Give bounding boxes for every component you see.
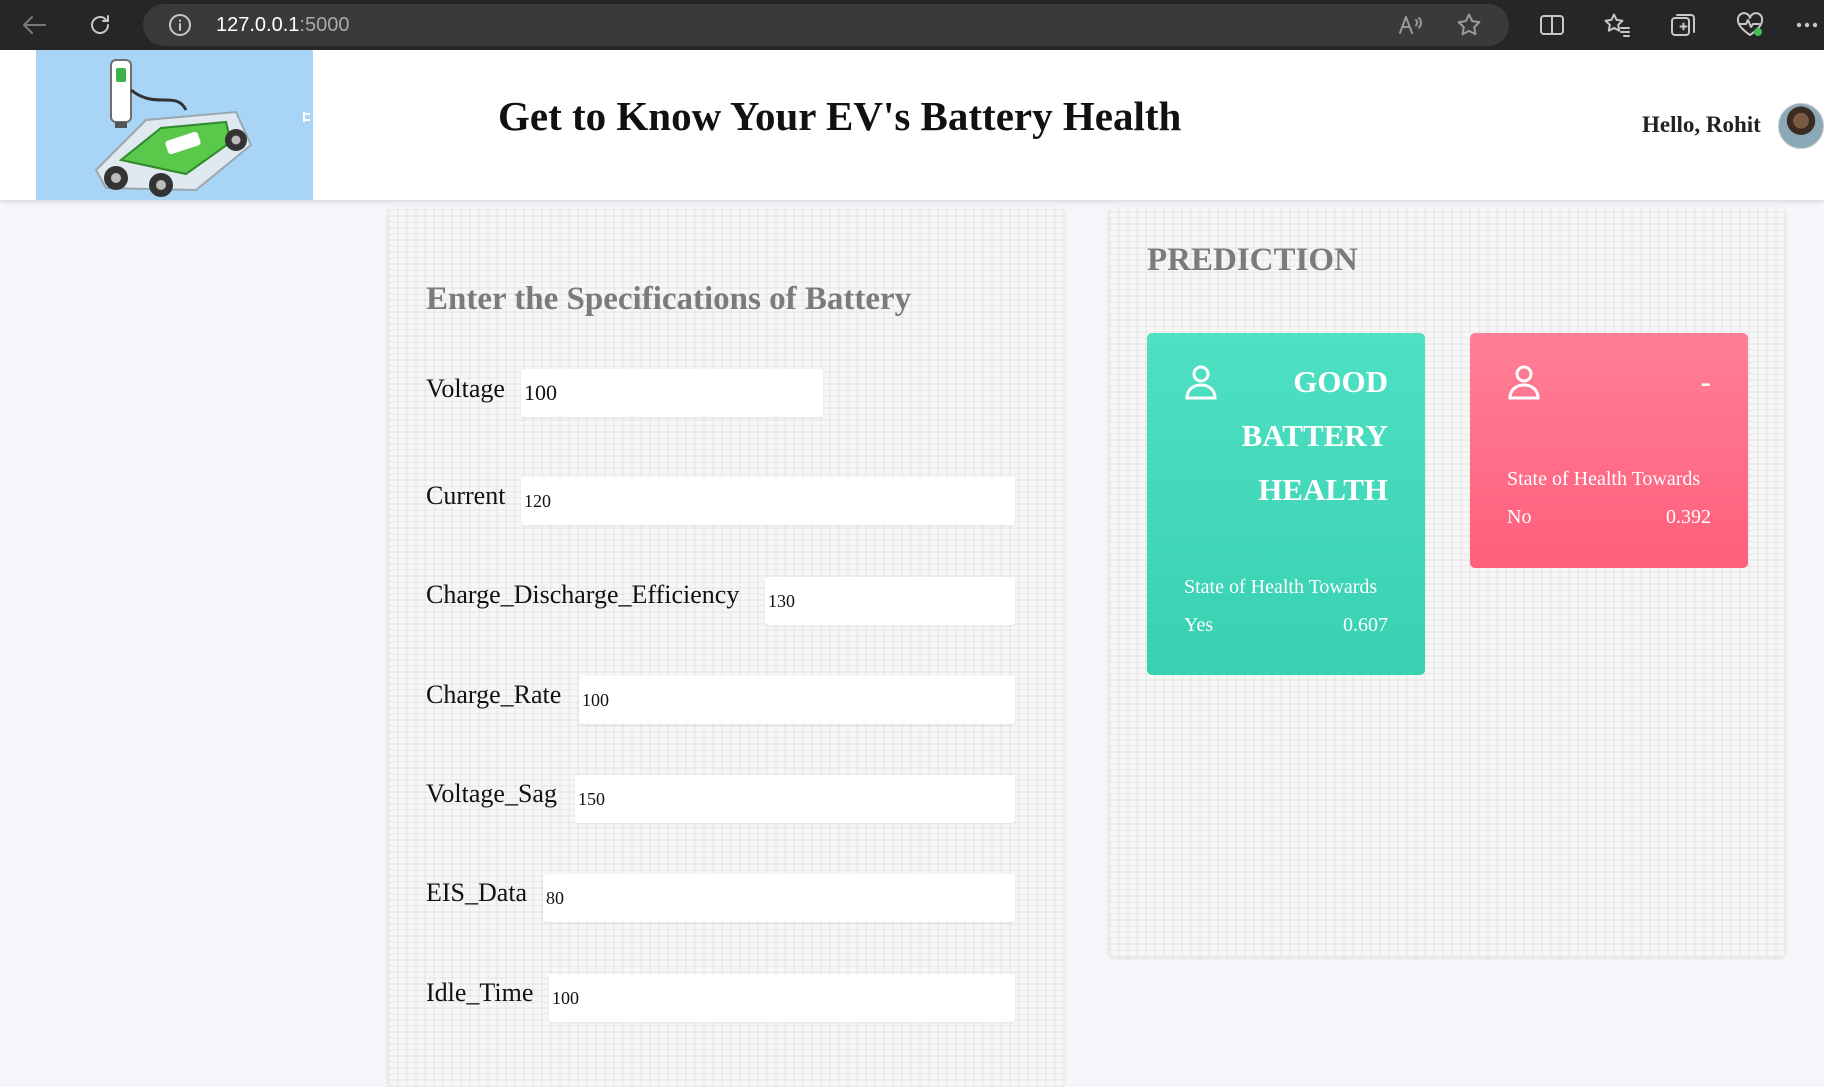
battery-spec-form: Enter the Specifications of Battery Volt…	[388, 207, 1064, 1087]
battery-status-line-3: HEALTH	[1258, 472, 1388, 507]
more-options-icon[interactable]	[1790, 0, 1824, 50]
browser-toolbar: 127.0.0.1:5000	[0, 0, 1824, 50]
ev-battery-logo	[36, 50, 313, 200]
good-battery-card: GOOD BATTERY HEALTH State of Health Towa…	[1147, 333, 1425, 675]
idle-time-label: Idle_Time	[426, 978, 534, 1007]
voltage-sag-input[interactable]	[575, 775, 1015, 823]
soh-value: 0.607	[1343, 614, 1388, 636]
current-label: Current	[426, 481, 506, 510]
favorites-icon[interactable]	[1598, 0, 1636, 50]
avatar[interactable]	[1778, 103, 1824, 149]
voltage-sag-label: Voltage_Sag	[426, 779, 557, 808]
battery-status: -	[1700, 364, 1711, 399]
soh-class: No	[1507, 506, 1532, 528]
voltage-input[interactable]	[521, 369, 823, 417]
soh-label: State of Health Towards	[1507, 468, 1701, 490]
charge-discharge-efficiency-label: Charge_Discharge_Efficiency	[426, 580, 740, 609]
prediction-title: PREDICTION	[1147, 242, 1358, 278]
user-icon	[1508, 364, 1540, 400]
idle-time-input[interactable]	[549, 974, 1015, 1022]
voltage-label: Voltage	[426, 374, 505, 403]
collections-icon[interactable]	[1664, 0, 1702, 50]
browser-health-icon[interactable]	[1730, 0, 1770, 50]
url-text[interactable]: 127.0.0.1:5000	[216, 4, 349, 46]
user-greeting: Hello, Rohit	[1642, 112, 1761, 137]
eis-data-label: EIS_Data	[426, 878, 528, 907]
soh-class: Yes	[1184, 614, 1214, 636]
user-icon	[1185, 364, 1217, 400]
form-title: Enter the Specifications of Battery	[426, 281, 912, 317]
charge-rate-input[interactable]	[579, 676, 1015, 724]
soh-value: 0.392	[1666, 506, 1711, 528]
url-port: :5000	[299, 14, 350, 36]
refresh-icon[interactable]	[80, 0, 120, 50]
eis-data-input[interactable]	[543, 874, 1015, 922]
current-input[interactable]	[521, 477, 1015, 525]
address-bar[interactable]: 127.0.0.1:5000	[143, 4, 1509, 46]
back-icon[interactable]	[14, 0, 54, 50]
charge-discharge-efficiency-input[interactable]	[765, 577, 1015, 625]
battery-status-line-1: GOOD	[1293, 364, 1388, 399]
read-aloud-icon[interactable]	[1393, 4, 1429, 46]
page-header: Get to Know Your EV's Battery Health Hel…	[0, 50, 1824, 200]
battery-status-line-2: BATTERY	[1241, 418, 1388, 453]
site-info-icon[interactable]	[163, 4, 197, 46]
page-title: Get to Know Your EV's Battery Health	[498, 93, 1182, 139]
charge-rate-label: Charge_Rate	[426, 680, 562, 709]
soh-label: State of Health Towards	[1184, 576, 1378, 598]
url-host: 127.0.0.1	[216, 14, 300, 36]
bad-battery-card: - State of Health Towards No 0.392	[1470, 333, 1748, 568]
favorite-star-icon[interactable]	[1451, 4, 1487, 46]
split-screen-icon[interactable]	[1533, 0, 1571, 50]
